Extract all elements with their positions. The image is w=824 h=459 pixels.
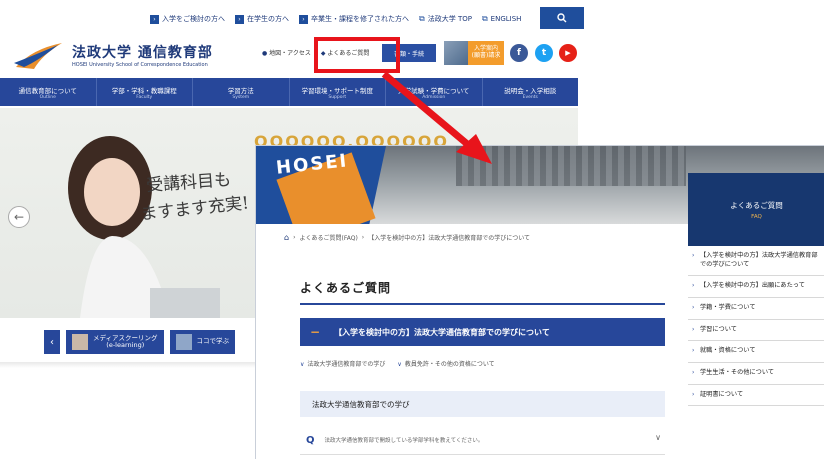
screenshot-root: › 入学をご検討の方へ › 在学生の方へ › 卒業生・課程を修了された方へ ⧉ … [0, 0, 824, 459]
annotation-arrow-icon [381, 71, 492, 164]
